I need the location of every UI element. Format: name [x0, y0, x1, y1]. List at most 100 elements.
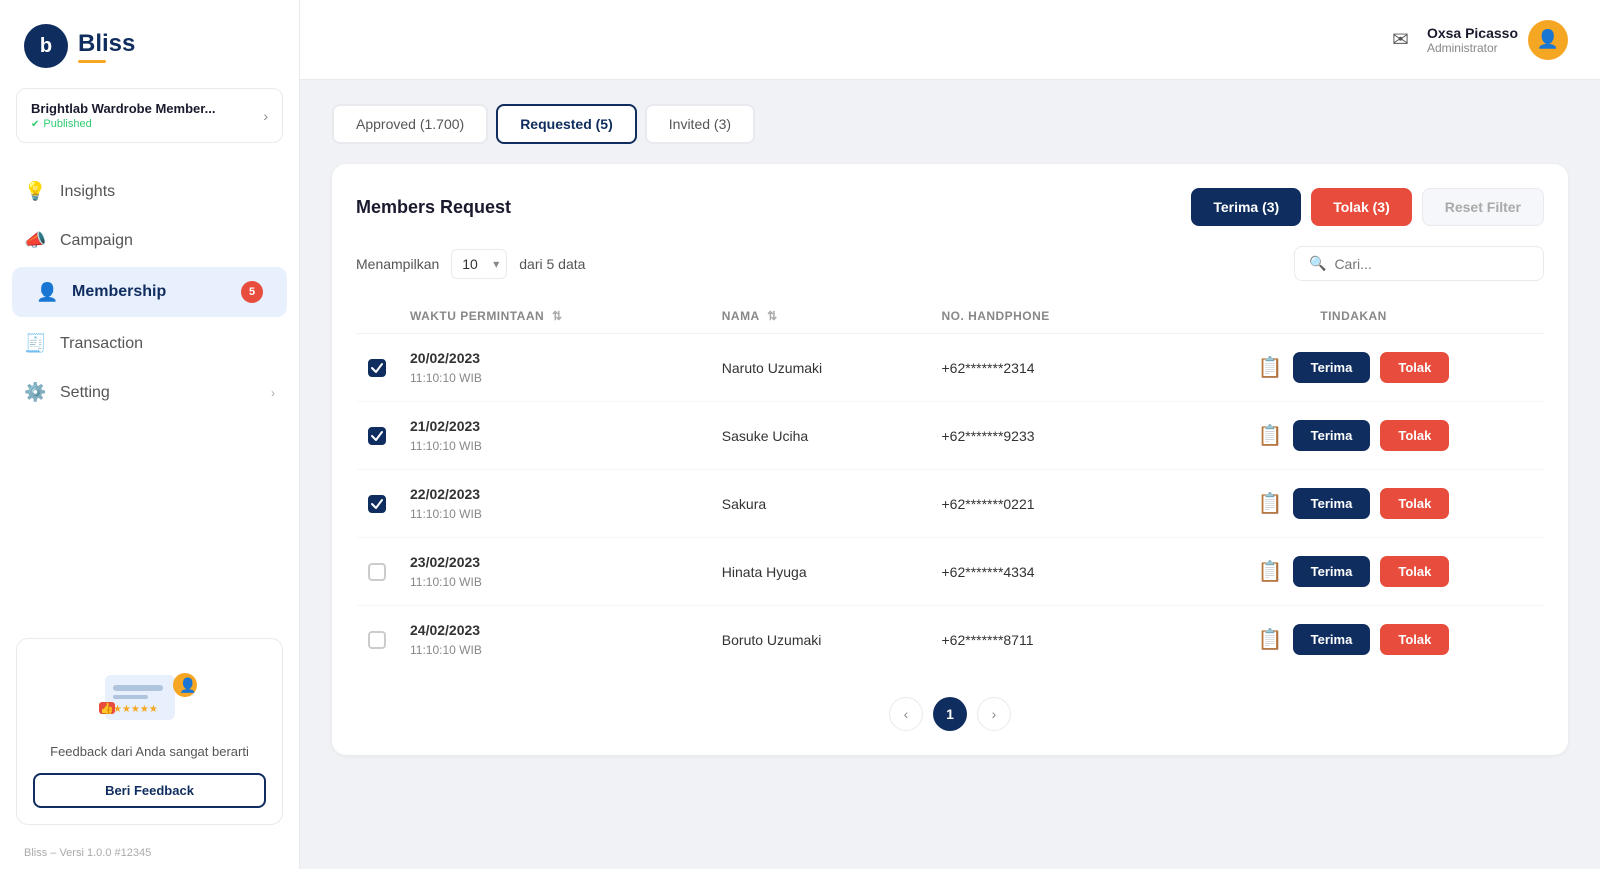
per-page-select[interactable]: 10 25 50	[451, 249, 507, 279]
next-page-button[interactable]: ›	[977, 697, 1011, 731]
campaign-icon: 📣	[24, 230, 46, 251]
version-label: Bliss – Versi 1.0.0 #12345	[0, 837, 299, 869]
prev-page-button[interactable]: ‹	[889, 697, 923, 731]
col-header-phone: NO. HANDPHONE	[930, 299, 1164, 334]
feedback-illustration: ★★★★★ 👤 👍	[33, 655, 266, 735]
doc-icon[interactable]: 📋	[1258, 423, 1283, 448]
row-terima-button[interactable]: Terima	[1293, 420, 1371, 451]
tab-approved[interactable]: Approved (1.700)	[332, 104, 488, 144]
bulk-terima-button[interactable]: Terima (3)	[1191, 188, 1301, 226]
sidebar: b Bliss Brightlab Wardrobe Member... Pub…	[0, 0, 300, 869]
cell-waktu: 22/02/2023 11:10:10 WIB	[398, 470, 710, 538]
page-content: Approved (1.700) Requested (5) Invited (…	[300, 80, 1600, 869]
row-checkbox[interactable]	[368, 359, 386, 377]
card-actions: Terima (3) Tolak (3) Reset Filter	[1191, 188, 1544, 226]
reset-filter-button[interactable]: Reset Filter	[1422, 188, 1544, 226]
main-content: ✉ Oxsa Picasso Administrator 👤 Approved …	[300, 0, 1600, 869]
mail-icon[interactable]: ✉	[1392, 27, 1409, 52]
table-controls: Menampilkan 10 25 50 dari 5 data 🔍	[356, 246, 1544, 281]
members-table: WAKTU PERMINTAAN ⇅ NAMA ⇅ NO. HANDPHONE …	[356, 299, 1544, 673]
cell-time: 11:10:10 WIB	[410, 505, 698, 523]
sidebar-item-membership[interactable]: 👤 Membership 5	[12, 267, 287, 317]
user-avatar[interactable]: 👤	[1528, 20, 1568, 60]
row-checkbox[interactable]	[368, 427, 386, 445]
logo-text: Bliss	[78, 30, 135, 63]
doc-icon[interactable]: 📋	[1258, 627, 1283, 652]
row-terima-button[interactable]: Terima	[1293, 556, 1371, 587]
col-header-action: TINDAKAN	[1163, 299, 1544, 334]
setting-chevron-icon: ›	[271, 386, 275, 400]
logo-icon: b	[24, 24, 68, 68]
sidebar-item-label-setting: Setting	[60, 384, 110, 402]
tab-invited[interactable]: Invited (3)	[645, 104, 755, 144]
sidebar-item-setting[interactable]: ⚙️ Setting ›	[0, 368, 299, 417]
row-tolak-button[interactable]: Tolak	[1380, 556, 1449, 587]
col-header-nama: NAMA ⇅	[710, 299, 930, 334]
table-row: 24/02/2023 11:10:10 WIB Boruto Uzumaki +…	[356, 606, 1544, 674]
row-checkbox[interactable]	[368, 495, 386, 513]
cell-nama: Sakura	[710, 470, 930, 538]
table-row: 20/02/2023 11:10:10 WIB Naruto Uzumaki +…	[356, 334, 1544, 402]
row-terima-button[interactable]: Terima	[1293, 624, 1371, 655]
row-checkbox[interactable]	[368, 563, 386, 581]
table-row: 21/02/2023 11:10:10 WIB Sasuke Uciha +62…	[356, 402, 1544, 470]
workspace-name: Brightlab Wardrobe Member...	[31, 101, 215, 116]
workspace-selector[interactable]: Brightlab Wardrobe Member... Published ›	[16, 88, 283, 143]
sidebar-item-label-campaign: Campaign	[60, 232, 133, 250]
cell-check	[356, 470, 398, 538]
sidebar-item-campaign[interactable]: 📣 Campaign	[0, 216, 299, 265]
search-input[interactable]	[1334, 256, 1529, 272]
cell-check	[356, 402, 398, 470]
cell-time: 11:10:10 WIB	[410, 573, 698, 591]
cell-date: 22/02/2023	[410, 484, 698, 505]
sort-waktu-icon[interactable]: ⇅	[552, 309, 563, 323]
bulk-tolak-button[interactable]: Tolak (3)	[1311, 188, 1412, 226]
sidebar-item-transaction[interactable]: 🧾 Transaction	[0, 319, 299, 368]
row-tolak-button[interactable]: Tolak	[1380, 352, 1449, 383]
topbar: ✉ Oxsa Picasso Administrator 👤	[300, 0, 1600, 80]
row-terima-button[interactable]: Terima	[1293, 488, 1371, 519]
transaction-icon: 🧾	[24, 333, 46, 354]
cell-date: 24/02/2023	[410, 620, 698, 641]
cell-phone: +62*******0221	[930, 470, 1164, 538]
doc-icon[interactable]: 📋	[1258, 491, 1283, 516]
cell-time: 11:10:10 WIB	[410, 369, 698, 387]
sidebar-item-insights[interactable]: 💡 Insights	[0, 167, 299, 216]
col-header-check	[356, 299, 398, 334]
svg-text:★★★★★: ★★★★★	[113, 704, 158, 715]
cell-waktu: 23/02/2023 11:10:10 WIB	[398, 538, 710, 606]
tab-requested[interactable]: Requested (5)	[496, 104, 637, 144]
doc-icon[interactable]: 📋	[1258, 559, 1283, 584]
feedback-text: Feedback dari Anda sangat berarti	[33, 743, 266, 761]
row-tolak-button[interactable]: Tolak	[1380, 420, 1449, 451]
membership-tabs: Approved (1.700) Requested (5) Invited (…	[332, 104, 1568, 144]
cell-action: 📋 Terima Tolak	[1163, 606, 1544, 674]
page-1-button[interactable]: 1	[933, 697, 967, 731]
row-terima-button[interactable]: Terima	[1293, 352, 1371, 383]
setting-icon: ⚙️	[24, 382, 46, 403]
per-page-select-wrap[interactable]: 10 25 50	[451, 249, 507, 279]
membership-icon: 👤	[36, 282, 58, 303]
user-name: Oxsa Picasso	[1427, 25, 1518, 41]
cell-check	[356, 334, 398, 402]
row-checkbox[interactable]	[368, 631, 386, 649]
table-row: 23/02/2023 11:10:10 WIB Hinata Hyuga +62…	[356, 538, 1544, 606]
cell-phone: +62*******9233	[930, 402, 1164, 470]
showing-label: Menampilkan	[356, 256, 439, 272]
row-tolak-button[interactable]: Tolak	[1380, 624, 1449, 655]
card-title: Members Request	[356, 197, 511, 218]
workspace-info: Brightlab Wardrobe Member... Published	[31, 101, 215, 130]
workspace-chevron-icon: ›	[263, 108, 268, 124]
sidebar-nav: 💡 Insights 📣 Campaign 👤 Membership 5 🧾 T…	[0, 159, 299, 626]
beri-feedback-button[interactable]: Beri Feedback	[33, 773, 266, 808]
sort-nama-icon[interactable]: ⇅	[767, 309, 778, 323]
sidebar-item-label-membership: Membership	[72, 283, 166, 301]
sidebar-item-label-insights: Insights	[60, 183, 115, 201]
card-header: Members Request Terima (3) Tolak (3) Res…	[356, 188, 1544, 226]
row-tolak-button[interactable]: Tolak	[1380, 488, 1449, 519]
doc-icon[interactable]: 📋	[1258, 355, 1283, 380]
table-row: 22/02/2023 11:10:10 WIB Sakura +62******…	[356, 470, 1544, 538]
cell-phone: +62*******4334	[930, 538, 1164, 606]
cell-date: 23/02/2023	[410, 552, 698, 573]
svg-text:👍: 👍	[100, 702, 114, 715]
